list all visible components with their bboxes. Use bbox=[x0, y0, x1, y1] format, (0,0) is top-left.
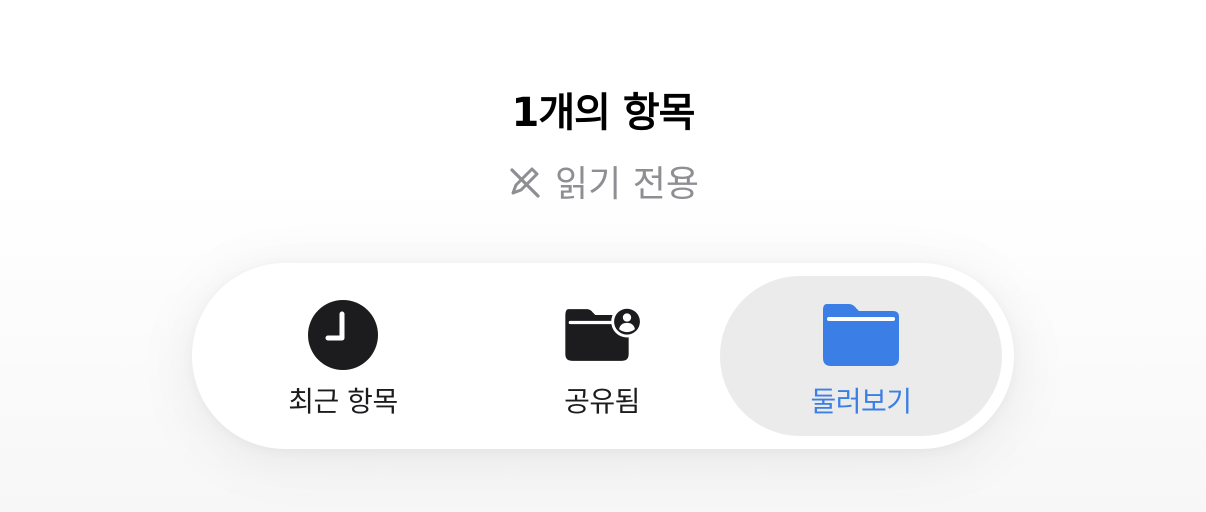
clock-icon bbox=[303, 300, 383, 370]
files-sheet: 1개의 항목 읽기 전용 최근 항목 공유됨 둘러보기 bbox=[0, 0, 1206, 512]
tab-recents-label: 최근 항목 bbox=[288, 385, 398, 418]
read-only-status: 읽기 전용 bbox=[0, 155, 1206, 207]
tab-recents[interactable]: 최근 항목 bbox=[202, 276, 484, 436]
shared-folder-icon bbox=[562, 302, 642, 368]
tab-browse-label: 둘러보기 bbox=[810, 385, 912, 418]
tab-shared[interactable]: 공유됨 bbox=[461, 276, 743, 436]
pencil-slash-icon bbox=[507, 163, 543, 199]
item-count-title: 1개의 항목 bbox=[511, 90, 696, 136]
tab-browse[interactable]: 둘러보기 bbox=[720, 276, 1002, 436]
read-only-label: 읽기 전용 bbox=[555, 164, 699, 205]
tab-shared-label: 공유됨 bbox=[564, 385, 640, 418]
folder-icon bbox=[821, 302, 901, 368]
